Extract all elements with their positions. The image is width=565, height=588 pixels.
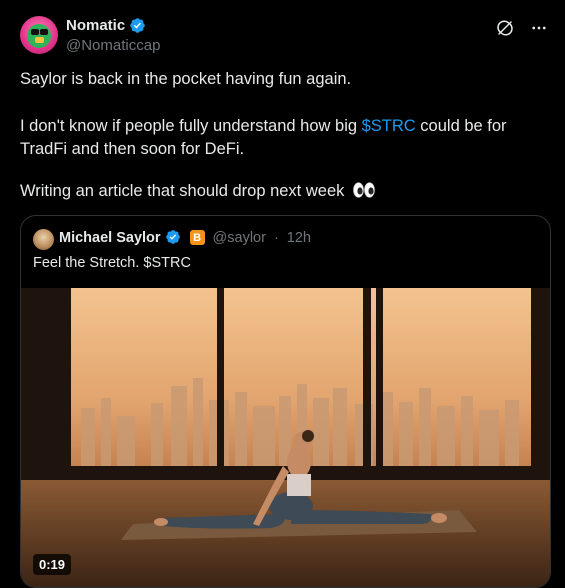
tweet-top-actions xyxy=(495,18,549,38)
tweet-text-paragraph2: I don't know if people fully understand … xyxy=(20,115,545,161)
author-display-name[interactable]: Nomatic xyxy=(66,17,125,34)
quote-timestamp[interactable]: 12h xyxy=(287,230,311,246)
verified-badge-icon xyxy=(129,17,146,34)
more-icon[interactable] xyxy=(529,18,549,38)
tweet-text-line2-post: could be for xyxy=(415,117,507,135)
author-name-row: Nomatic xyxy=(66,17,146,34)
tweet[interactable]: Nomatic @Nomaticcap Saylor is back in th… xyxy=(0,0,565,588)
quote-author-handle[interactable]: @saylor xyxy=(213,230,266,246)
quote-header: Michael Saylor B @saylor · 12h xyxy=(59,229,311,246)
author-avatar[interactable] xyxy=(20,16,58,54)
tweet-text-line4: Writing an article that should drop next… xyxy=(20,182,345,200)
author-handle[interactable]: @Nomaticcap xyxy=(66,37,160,54)
bitcoin-badge-icon: B xyxy=(189,230,205,245)
tweet-text-line2-pre: I don't know if people fully understand … xyxy=(20,117,362,135)
quote-author-name[interactable]: Michael Saylor xyxy=(59,230,161,246)
video-thumbnail xyxy=(21,288,550,587)
quote-separator: · xyxy=(273,229,279,246)
quote-text: Feel the Stretch. $STRC xyxy=(33,255,191,271)
tweet-text-line1: Saylor is back in the pocket having fun … xyxy=(20,70,352,88)
eyes-emoji-icon xyxy=(353,182,375,205)
quote-verified-badge-icon xyxy=(165,229,182,246)
quote-video[interactable]: 0:19 xyxy=(21,288,550,587)
cashtag-link[interactable]: $STRC xyxy=(362,117,416,135)
tweet-text-line3: TradFi and then soon for DeFi. xyxy=(20,140,245,158)
tweet-text-paragraph3: Writing an article that should drop next… xyxy=(20,180,545,205)
video-duration-badge: 0:19 xyxy=(33,554,72,575)
grok-icon[interactable] xyxy=(495,18,515,38)
quoted-tweet[interactable]: Michael Saylor B @saylor · 12h Feel the … xyxy=(20,215,551,588)
quote-author-avatar[interactable] xyxy=(33,229,54,250)
